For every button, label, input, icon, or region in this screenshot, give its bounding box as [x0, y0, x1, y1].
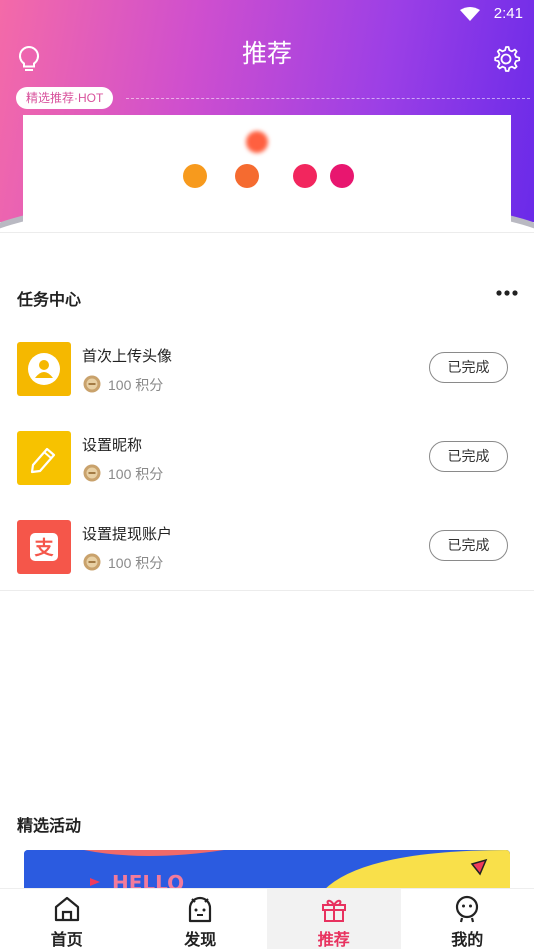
dotted-divider [126, 98, 530, 99]
avatar-icon [17, 342, 71, 396]
coin-icon [83, 553, 101, 571]
tab-profile[interactable]: 我的 [401, 889, 534, 949]
activities-title: 精选活动 [17, 818, 82, 835]
tab-home-label: 首页 [50, 932, 83, 949]
tab-recommend-label: 推荐 [317, 932, 350, 949]
tab-recommend[interactable]: 推荐 [267, 889, 401, 949]
loading-banner [23, 115, 511, 231]
activity-banner-art: HELLO [24, 850, 510, 890]
tab-discover[interactable]: 发现 [134, 889, 268, 949]
more-icon[interactable] [496, 286, 518, 300]
completed-button[interactable]: 已完成 [429, 352, 508, 383]
app-screen: 2:41 推荐 精选推荐·HOT 任务中心 首次上传头像 100 积分 已完成 … [0, 0, 534, 949]
task-title: 设置昵称 [82, 437, 143, 454]
task-row[interactable]: 设置昵称 100 积分 已完成 [0, 431, 534, 491]
loading-dot [293, 164, 317, 188]
coin-icon [83, 375, 101, 393]
profile-icon [456, 895, 479, 923]
task-title: 首次上传头像 [82, 348, 173, 365]
task-points: 100 积分 [108, 466, 164, 482]
svg-text:支: 支 [33, 537, 54, 559]
page-title: 推荐 [241, 40, 292, 68]
status-time: 2:41 [493, 5, 523, 22]
completed-button[interactable]: 已完成 [429, 441, 508, 472]
coin-icon [83, 464, 101, 482]
discover-icon [189, 896, 212, 923]
activity-banner[interactable]: HELLO [24, 850, 510, 890]
task-points: 100 积分 [108, 555, 164, 571]
home-icon [54, 896, 79, 922]
status-bar: 2:41 [0, 0, 534, 28]
task-title: 设置提现账户 [82, 526, 173, 543]
task-points: 100 积分 [108, 377, 164, 393]
divider [0, 590, 534, 591]
alipay-icon: 支 [17, 520, 71, 574]
bottom-tabbar: 首页 发现 推荐 我的 [0, 888, 534, 949]
loading-dot [183, 164, 207, 188]
loading-dot [330, 164, 354, 188]
task-row[interactable]: 支 设置提现账户 100 积分 已完成 [0, 520, 534, 580]
loading-dot [235, 164, 259, 188]
tab-profile-label: 我的 [451, 932, 484, 949]
hot-tag[interactable]: 精选推荐·HOT [16, 87, 114, 109]
divider [0, 232, 534, 233]
wifi-icon [460, 7, 480, 21]
loading-dot [246, 131, 268, 153]
task-row[interactable]: 首次上传头像 100 积分 已完成 [0, 342, 534, 402]
task-center-title: 任务中心 [17, 292, 82, 309]
gift-icon [321, 899, 346, 922]
pencil-icon [17, 431, 71, 485]
tab-home[interactable]: 首页 [0, 889, 134, 949]
tab-discover-label: 发现 [184, 932, 217, 949]
completed-button[interactable]: 已完成 [429, 530, 508, 561]
gear-icon[interactable] [491, 44, 521, 74]
